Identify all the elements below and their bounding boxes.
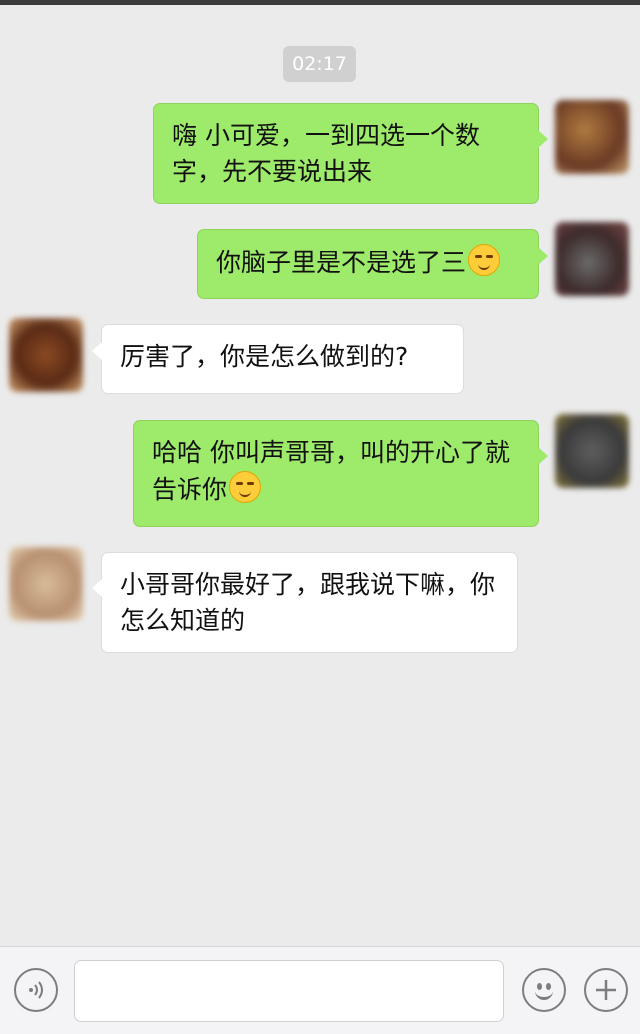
voice-button[interactable] <box>14 968 58 1012</box>
message-text: 厉害了，你是怎么做到的? <box>120 342 409 371</box>
message-bubble-incoming[interactable]: 小哥哥你最好了，跟我说下嘛，你怎么知道的 <box>92 552 518 653</box>
bubble-tail <box>538 130 548 148</box>
timestamp-badge: 02:17 <box>283 46 356 82</box>
message-bubble-outgoing[interactable]: 你脑子里是不是选了三 <box>197 229 548 299</box>
voice-icon <box>29 981 43 999</box>
avatar-contact[interactable] <box>9 547 83 621</box>
message-text: 嗨 小可爱，一到四选一个数字，先不要说出来 <box>172 121 480 186</box>
message-bubble-incoming[interactable]: 厉害了，你是怎么做到的? <box>92 324 464 394</box>
plus-button[interactable] <box>584 968 628 1012</box>
thinking-face-emoji <box>468 244 501 276</box>
message-bubble-outgoing[interactable]: 嗨 小可爱，一到四选一个数字，先不要说出来 <box>153 103 548 204</box>
bubble-tail <box>538 247 548 265</box>
message-text: 你脑子里是不是选了三 <box>216 248 467 277</box>
plus-icon <box>596 980 616 1000</box>
avatar-self[interactable] <box>555 222 629 296</box>
avatar-self[interactable] <box>555 100 629 174</box>
bubble-tail <box>92 579 102 597</box>
avatar-self[interactable] <box>555 414 629 488</box>
message-bubble-outgoing[interactable]: 哈哈 你叫声哥哥，叫的开心了就告诉你 <box>133 420 548 527</box>
message-input[interactable] <box>74 960 504 1022</box>
smirk-face-emoji <box>229 471 262 503</box>
emoji-button[interactable] <box>522 968 566 1012</box>
avatar-contact[interactable] <box>9 318 83 392</box>
bubble-tail <box>92 342 102 360</box>
message-text: 小哥哥你最好了，跟我说下嘛，你怎么知道的 <box>120 570 496 635</box>
chat-input-bar <box>0 946 640 1034</box>
bubble-tail <box>538 447 548 465</box>
emoji-face-icon <box>530 976 558 1004</box>
message-text: 哈哈 你叫声哥哥，叫的开心了就告诉你 <box>152 438 510 504</box>
top-status-strip <box>0 0 640 5</box>
